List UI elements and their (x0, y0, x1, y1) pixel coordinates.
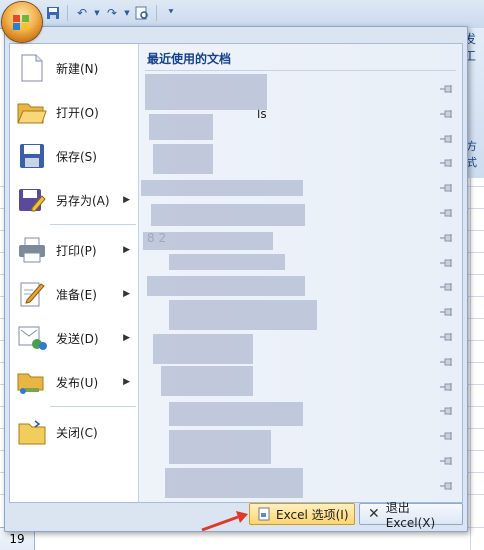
excel-options-label: Excel 选项(I) (276, 507, 349, 522)
menu-separator (50, 406, 136, 407)
submenu-arrow-icon: ▶ (123, 245, 130, 255)
submenu-arrow-icon: ▶ (123, 195, 130, 205)
close-folder-icon (16, 416, 48, 448)
toolbar-separator (156, 5, 157, 21)
excel-options-button[interactable]: Excel 选项(I) (249, 503, 355, 525)
pin-icon[interactable] (440, 307, 454, 317)
pin-icon[interactable] (440, 332, 454, 342)
menu-item-label: 保存(S) (56, 149, 97, 164)
open-folder-icon (16, 96, 48, 128)
menu-item-label: 新建(N) (56, 61, 99, 76)
office-logo-icon (13, 15, 29, 30)
redaction-blur (141, 180, 303, 196)
save-icon[interactable] (44, 4, 62, 22)
pin-icon[interactable] (440, 282, 454, 292)
print-preview-icon[interactable] (133, 4, 151, 22)
publish-icon (16, 366, 48, 398)
pin-icon[interactable] (440, 456, 454, 466)
menu-item-label: 另存为(A) (56, 193, 110, 208)
pin-icon[interactable] (440, 183, 454, 193)
menu-item-print[interactable]: 打印(P) ▶ (10, 228, 138, 272)
office-menu-body: 新建(N) 打开(O) 保存(S) 另存为(A) ▶ 打印(P) ▶ 准备(E)… (9, 43, 463, 503)
pin-icon[interactable] (440, 406, 454, 416)
pin-icon[interactable] (440, 233, 454, 243)
save-as-icon (16, 184, 48, 216)
redaction-blur (169, 254, 285, 270)
office-menu: 新建(N) 打开(O) 保存(S) 另存为(A) ▶ 打印(P) ▶ 准备(E)… (4, 26, 468, 532)
save-icon (16, 140, 48, 172)
menu-item-label: 准备(E) (56, 287, 97, 302)
divider (145, 70, 456, 71)
pin-icon[interactable] (440, 357, 454, 367)
pin-icon[interactable] (440, 431, 454, 441)
redaction-blur (169, 430, 271, 464)
exit-excel-label: 退出 Excel(X) (385, 500, 436, 530)
pin-icon[interactable] (440, 481, 454, 491)
menu-item-new[interactable]: 新建(N) (10, 46, 138, 90)
pin-icon[interactable] (440, 258, 454, 268)
recent-documents-title: 最近使用的文档 (147, 52, 232, 66)
menu-item-label: 发送(D) (56, 331, 99, 346)
office-button[interactable] (2, 2, 42, 42)
redaction-blur (153, 334, 253, 364)
options-document-icon (256, 506, 272, 522)
redaction-blur (147, 276, 305, 296)
menu-command-pane: 新建(N) 打开(O) 保存(S) 另存为(A) ▶ 打印(P) ▶ 准备(E)… (10, 44, 139, 502)
toolbar-separator (67, 5, 68, 21)
pin-icon[interactable] (440, 84, 454, 94)
customize-toolbar-icon[interactable]: ⯆ (162, 4, 180, 22)
redaction-blur (165, 468, 303, 498)
send-icon (16, 322, 48, 354)
menu-separator (50, 224, 136, 225)
prepare-icon (16, 278, 48, 310)
chevron-down-icon[interactable]: ▼ (123, 4, 131, 22)
redaction-blur (149, 114, 213, 140)
annotation-arrow-icon (201, 511, 248, 532)
redaction-blur (153, 144, 213, 174)
close-icon: ✕ (368, 506, 380, 522)
menu-item-close[interactable]: 关闭(C) (10, 410, 138, 454)
recent-documents-pane: 最近使用的文档 ls8 2 (139, 44, 462, 502)
menu-item-label: 关闭(C) (56, 425, 98, 440)
ribbon-group-fragment: 方式 (466, 140, 477, 169)
redaction-blur (151, 204, 305, 226)
menu-item-label: 打印(P) (56, 243, 97, 258)
submenu-arrow-icon: ▶ (123, 333, 130, 343)
quick-access-toolbar: ↶ ▼ ↷ ▼ ⯆ (44, 3, 180, 23)
menu-item-prepare[interactable]: 准备(E) ▶ (10, 272, 138, 316)
pin-icon[interactable] (440, 208, 454, 218)
pin-icon[interactable] (440, 134, 454, 144)
redaction-blur (169, 402, 303, 426)
exit-excel-button[interactable]: ✕ 退出 Excel(X) (359, 501, 463, 530)
chevron-down-icon[interactable]: ▼ (93, 4, 101, 22)
redaction-blur (145, 74, 267, 110)
printer-icon (16, 234, 48, 266)
menu-item-label: 发布(U) (56, 375, 99, 390)
undo-icon[interactable]: ↶ (73, 4, 91, 22)
redaction-blur (169, 300, 317, 330)
menu-item-save-as[interactable]: 另存为(A) ▶ (10, 178, 138, 222)
redaction-blur (143, 232, 273, 250)
menu-item-save[interactable]: 保存(S) (10, 134, 138, 178)
menu-item-publish[interactable]: 发布(U) ▶ (10, 360, 138, 404)
pin-icon[interactable] (440, 158, 454, 168)
pin-icon[interactable] (440, 382, 454, 392)
submenu-arrow-icon: ▶ (123, 289, 130, 299)
redo-icon[interactable]: ↷ (103, 4, 121, 22)
pin-icon[interactable] (440, 109, 454, 119)
menu-item-send[interactable]: 发送(D) ▶ (10, 316, 138, 360)
submenu-arrow-icon: ▶ (123, 377, 130, 387)
menu-item-label: 打开(O) (56, 105, 99, 120)
redaction-blur (161, 366, 253, 396)
new-document-icon (16, 52, 48, 84)
menu-item-open[interactable]: 打开(O) (10, 90, 138, 134)
